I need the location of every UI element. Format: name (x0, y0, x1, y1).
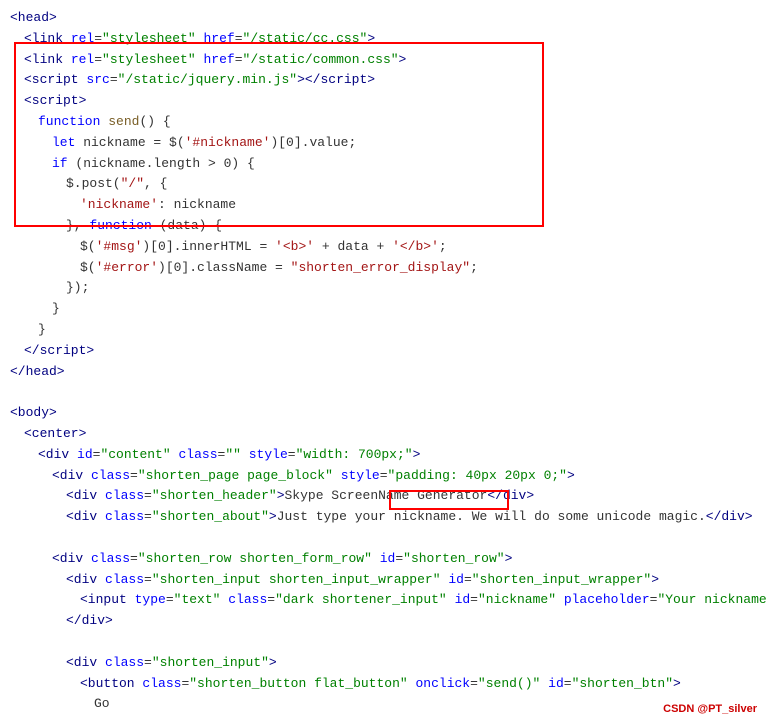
code-line-l8: if (nickname.length > 0) { (10, 154, 757, 175)
code-line-l28: <div class="shorten_input shorten_input_… (10, 570, 757, 591)
code-line-l34: Go (10, 694, 757, 715)
code-line-l1: <head> (10, 8, 757, 29)
code-line-l18: </head> (10, 362, 757, 383)
code-line-l32: <div class="shorten_input"> (10, 653, 757, 674)
code-line-l33: <button class="shorten_button flat_butto… (10, 674, 757, 695)
code-line-l19 (10, 382, 757, 403)
code-line-l12: $('#msg')[0].innerHTML = '<b>' + data + … (10, 237, 757, 258)
code-line-l21: <center> (10, 424, 757, 445)
code-line-l4: <script src="/static/jquery.min.js"></sc… (10, 70, 757, 91)
code-line-l10: 'nickname': nickname (10, 195, 757, 216)
code-line-l22: <div id="content" class="" style="width:… (10, 445, 757, 466)
code-line-l3: <link rel="stylesheet" href="/static/com… (10, 50, 757, 71)
code-line-l14: }); (10, 278, 757, 299)
code-line-l30: </div> (10, 611, 757, 632)
code-line-l5: <script> (10, 91, 757, 112)
code-line-l2: <link rel="stylesheet" href="/static/cc.… (10, 29, 757, 50)
code-line-l7: let nickname = $('#nickname')[0].value; (10, 133, 757, 154)
code-line-l17: </script> (10, 341, 757, 362)
code-line-l26 (10, 528, 757, 549)
code-line-l29: <input type="text" class="dark shortener… (10, 590, 757, 611)
code-lines: <head><link rel="stylesheet" href="/stat… (10, 8, 757, 715)
watermark-text: CSDN @PT_silver (663, 703, 757, 715)
code-line-l20: <body> (10, 403, 757, 424)
code-line-l9: $.post("/", { (10, 174, 757, 195)
code-line-l31 (10, 632, 757, 653)
code-line-l23: <div class="shorten_page page_block" sty… (10, 466, 757, 487)
code-line-l13: $('#error')[0].className = "shorten_erro… (10, 258, 757, 279)
code-line-l25: <div class="shorten_about">Just type you… (10, 507, 757, 528)
code-line-l27: <div class="shorten_row shorten_form_row… (10, 549, 757, 570)
code-line-l24: <div class="shorten_header">Skype Screen… (10, 486, 757, 507)
code-line-l11: }, function (data) { (10, 216, 757, 237)
code-editor: <head><link rel="stylesheet" href="/stat… (0, 0, 767, 723)
code-line-l6: function send() { (10, 112, 757, 133)
code-line-l16: } (10, 320, 757, 341)
code-line-l15: } (10, 299, 757, 320)
